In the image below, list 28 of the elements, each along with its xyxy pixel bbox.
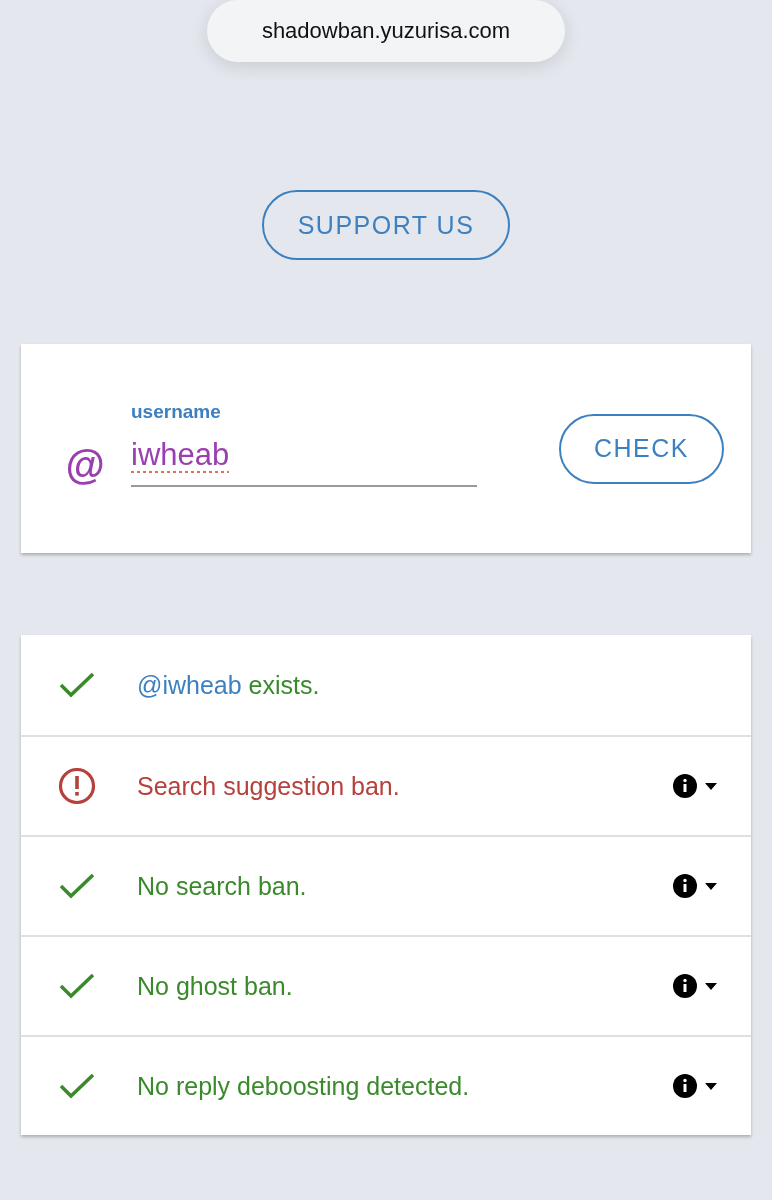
info-icon	[673, 874, 697, 898]
check-icon	[59, 1072, 95, 1100]
result-text: No search ban.	[137, 871, 307, 901]
check-button[interactable]: CHECK	[559, 413, 724, 484]
details-toggle[interactable]	[673, 774, 717, 798]
caret-icon	[705, 882, 717, 890]
username-field[interactable]: iwheab	[131, 436, 477, 487]
info-icon	[673, 974, 697, 998]
caret-icon	[705, 1082, 717, 1090]
support-button[interactable]: SUPPORT US	[262, 190, 510, 260]
alert-icon	[58, 767, 96, 805]
info-icon	[673, 1074, 697, 1098]
address-bar[interactable]: shadowban.yuzurisa.com	[207, 0, 565, 62]
details-toggle[interactable]	[673, 874, 717, 898]
check-icon	[59, 872, 95, 900]
details-toggle[interactable]	[673, 974, 717, 998]
field-label: username	[131, 400, 221, 423]
at-sign: @	[65, 443, 105, 488]
details-toggle[interactable]	[673, 1074, 717, 1098]
result-text: Search suggestion ban.	[137, 771, 400, 801]
caret-icon	[705, 782, 717, 790]
check-icon	[59, 671, 95, 699]
result-text: No reply deboosting detected.	[137, 1071, 470, 1101]
info-icon	[673, 774, 697, 798]
caret-icon	[705, 982, 717, 990]
result-text: No ghost ban.	[137, 971, 293, 1001]
result-text: @iwheab exists.	[137, 670, 320, 700]
check-icon	[59, 972, 95, 1000]
